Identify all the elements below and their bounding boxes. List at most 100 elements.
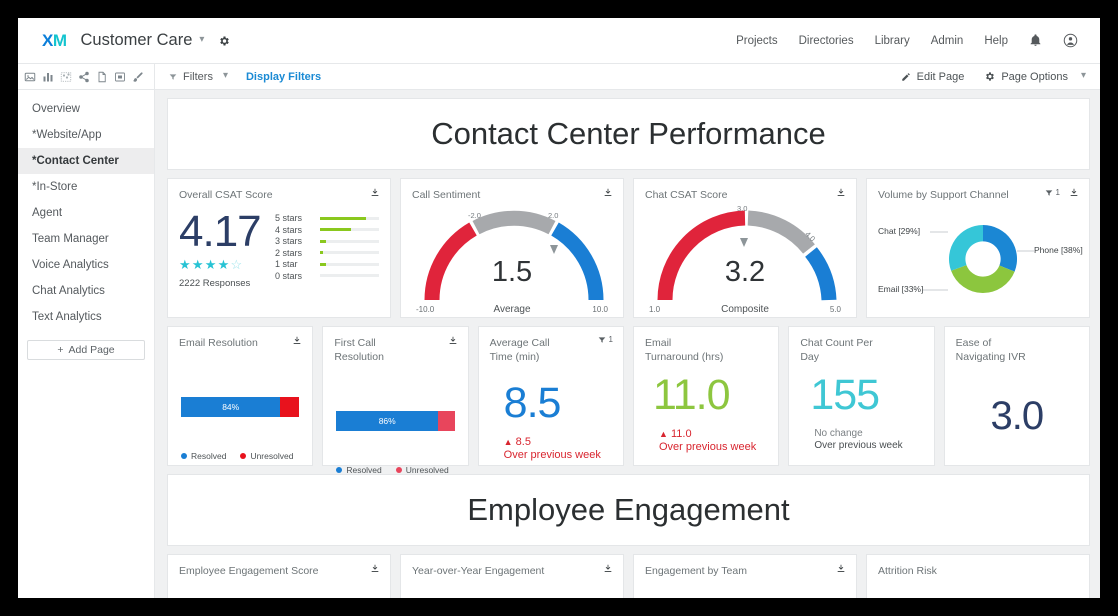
widget-volume-by-support-channel[interactable]: Volume by Support Channel 1 Chat [29%] P… — [866, 178, 1090, 318]
widget-attrition-risk[interactable]: Attrition Risk — [866, 554, 1090, 598]
add-page-button[interactable]: + Add Page — [27, 340, 145, 360]
xm-logo[interactable]: XM — [42, 31, 67, 51]
widget-call-sentiment[interactable]: Call Sentiment -2.0 2.0 1.5 Average -10.… — [400, 178, 624, 318]
filter-count: 1 — [608, 335, 613, 344]
widget-tool-palette — [18, 64, 155, 89]
widget-title: Overall CSAT Score — [179, 189, 273, 201]
widget-filter-indicator[interactable]: 1 — [598, 335, 613, 344]
chevron-down-icon[interactable]: ▾ — [199, 34, 204, 45]
widget-email-turnaround[interactable]: Email Turnaround (hrs) 11.0 ▲ 11.0 Over … — [632, 326, 780, 466]
csat-responses-count: 2222 Responses — [179, 277, 251, 289]
nav-link-projects[interactable]: Projects — [736, 35, 778, 47]
project-title[interactable]: Customer Care — [81, 31, 193, 50]
sidebar-item-in-store[interactable]: *In-Store — [18, 174, 154, 200]
widget-employee-engagement-score[interactable]: Employee Engagement Score — [167, 554, 391, 598]
page-options-button[interactable]: Page Options ▾ — [984, 70, 1086, 83]
legend-item-unresolved: Unresolved — [240, 451, 293, 461]
sidebar-item-website-app[interactable]: *Website/App — [18, 122, 154, 148]
widget-title: Chat CSAT Score — [645, 189, 728, 201]
widget-title: Call Sentiment — [412, 189, 481, 201]
trend-up-icon: ▲ — [503, 437, 513, 448]
donut-label-email: Email [33%] — [878, 284, 924, 295]
nav-link-help[interactable]: Help — [984, 35, 1008, 47]
sidebar-item-agent[interactable]: Agent — [18, 200, 154, 226]
legend-item-resolved: Resolved — [336, 465, 382, 475]
stacked-bar: 86% — [336, 411, 455, 432]
widget-header-icons — [603, 563, 613, 574]
filters-dropdown[interactable]: Filters ▾ — [169, 70, 228, 83]
widget-overall-csat-score[interactable]: Overall CSAT Score 4.17 ★★★★☆ 2222 Respo… — [167, 178, 391, 318]
nav-link-directories[interactable]: Directories — [799, 35, 854, 47]
widget-email-resolution[interactable]: Email Resolution 84% Resolved Unresolved — [167, 326, 314, 466]
bar-segment-unresolved — [438, 411, 455, 432]
download-icon[interactable] — [370, 187, 380, 198]
widget-chat-count-per-day[interactable]: Chat Count Per Day 155 No change Over pr… — [788, 326, 935, 466]
download-icon[interactable] — [603, 563, 613, 574]
download-icon[interactable] — [448, 335, 458, 346]
widget-engagement-by-team[interactable]: Engagement by Team — [633, 554, 857, 598]
widget-average-call-time[interactable]: Average Call Time (min) 1 8.5 ▲ 8.5 Over… — [477, 326, 624, 466]
sidebar-item-overview[interactable]: Overview — [18, 96, 154, 122]
nav-link-library[interactable]: Library — [875, 35, 910, 47]
download-icon[interactable] — [603, 187, 613, 198]
notification-bell-icon[interactable] — [1029, 34, 1042, 47]
bar-chart-icon[interactable] — [42, 71, 54, 83]
gauge-value: 1.5 — [491, 256, 533, 289]
gauge-label: Composite — [721, 304, 769, 316]
star-rating: ★★★★☆ — [179, 257, 275, 273]
bar-fill — [320, 251, 323, 255]
download-icon[interactable] — [292, 335, 302, 346]
dashboard-icon[interactable] — [24, 71, 36, 83]
page-options-label: Page Options — [1001, 70, 1068, 83]
document-icon[interactable] — [96, 71, 108, 83]
widget-title: Average Call Time (min) — [489, 337, 550, 364]
download-icon[interactable] — [836, 187, 846, 198]
edit-page-button[interactable]: Edit Page — [901, 71, 964, 83]
sidebar-item-chat-analytics[interactable]: Chat Analytics — [18, 278, 154, 304]
distribution-row: 2 stars — [275, 248, 379, 258]
legend-item-unresolved: Unresolved — [395, 465, 449, 475]
gauge-mark-low: -2.0 — [468, 211, 481, 221]
download-icon[interactable] — [1069, 187, 1079, 198]
widget-header-icons: 1 — [1045, 187, 1079, 198]
bar-label: 2 stars — [275, 247, 303, 258]
gauge-max-label: 10.0 — [592, 305, 608, 315]
pencil-icon — [901, 72, 910, 81]
display-filters-link[interactable]: Display Filters — [246, 71, 321, 83]
bar-track — [320, 251, 379, 255]
top-nav-links: Projects Directories Library Admin Help — [736, 33, 1078, 48]
bar-track — [320, 274, 379, 278]
widget-year-over-year-engagement[interactable]: Year-over-Year Engagement — [400, 554, 624, 598]
gear-icon[interactable] — [218, 35, 230, 47]
sidebar-item-team-manager[interactable]: Team Manager — [18, 226, 154, 252]
gauge-mark-low: 3.0 — [737, 204, 748, 214]
banner-title: Employee Engagement — [467, 492, 790, 527]
widget-filter-indicator[interactable]: 1 — [1045, 188, 1060, 197]
csat-score-value: 4.17 — [179, 207, 262, 257]
app-window: XM Customer Care ▾ Projects Directories … — [18, 18, 1100, 598]
widget-chat-csat-score[interactable]: Chat CSAT Score 3.0 4.0 3.2 Composite 1.… — [633, 178, 857, 318]
video-icon[interactable] — [114, 71, 126, 83]
legend-dot — [181, 453, 187, 460]
csat-body: 4.17 ★★★★☆ 2222 Responses 5 stars 4 star… — [179, 207, 379, 289]
scatter-icon[interactable] — [60, 71, 72, 83]
sidebar-item-voice-analytics[interactable]: Voice Analytics — [18, 252, 154, 278]
gauge-min-label: 1.0 — [649, 305, 661, 315]
nav-link-admin[interactable]: Admin — [931, 35, 964, 47]
share-icon[interactable] — [78, 71, 90, 83]
widget-ease-of-navigating-ivr[interactable]: Ease of Navigating IVR 3.0 — [943, 326, 1090, 466]
sidebar-item-text-analytics[interactable]: Text Analytics — [18, 304, 154, 330]
paintbrush-icon[interactable] — [132, 71, 144, 83]
section-banner-employee-engagement: Employee Engagement — [167, 474, 1090, 546]
widget-first-call-resolution[interactable]: First Call Resolution 86% Resolved Unres… — [322, 326, 616, 475]
legend-dot — [336, 467, 343, 474]
user-avatar-icon[interactable] — [1063, 33, 1078, 48]
filter-bar: Filters ▾ Display Filters Edit Page Page… — [155, 64, 1100, 89]
sidebar-item-contact-center[interactable]: *Contact Center — [18, 148, 154, 174]
download-icon[interactable] — [370, 563, 380, 574]
widget-header-icons — [836, 563, 846, 574]
widget-header-icons — [836, 187, 846, 198]
download-icon[interactable] — [836, 563, 846, 574]
stacked-bar: 84% — [181, 397, 300, 418]
star-filled-icon: ★ — [204, 256, 218, 272]
